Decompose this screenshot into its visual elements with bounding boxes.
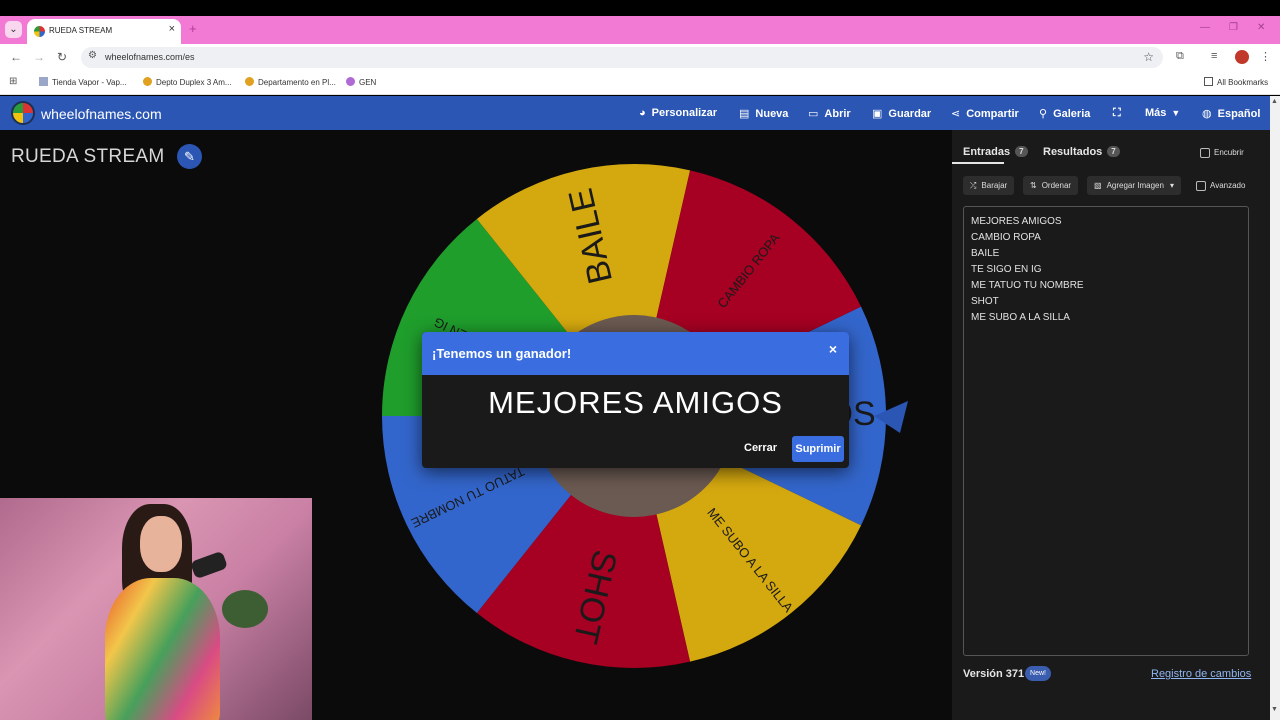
shuffle-button[interactable]: ⤮ Barajar [963,176,1015,195]
add-image-label: Agregar Imagen [1106,181,1164,190]
winner-text: MEJORES AMIGOS [488,385,783,420]
advanced-label: Avanzado [1210,181,1246,190]
chevron-down-icon: ▾ [1169,181,1174,190]
changelog-link[interactable]: Registro de cambios [1151,668,1251,680]
sort-label: Ordenar [1041,181,1072,190]
tab-resultados[interactable]: Resultados 7 [1043,146,1120,158]
remove-button[interactable]: Suprimir [792,436,844,462]
count-badge: 7 [1107,146,1120,157]
tab-entradas[interactable]: Entradas 7 [963,146,1028,158]
hide-label: Encubrir [1214,148,1244,157]
entry-line[interactable]: ME TATUO TU NOMBRE [971,280,1084,291]
shuffle-label: Barajar [981,181,1008,190]
hide-checkbox[interactable] [1200,148,1210,158]
image-icon: ▧ [1094,181,1102,190]
tab-label: Entradas [963,146,1011,158]
winner-dialog: ¡Tenemos un ganador! × MEJORES AMIGOS Ce… [422,332,849,468]
entry-line[interactable]: CAMBIO ROPA [971,232,1041,243]
dialog-title: ¡Tenemos un ganador! [432,346,572,361]
count-badge: 7 [1015,146,1028,157]
entries-panel: Entradas 7 Resultados 7 Encubrir ⤮ Barajar … [952,130,1270,720]
sort-icon: ⇅ [1030,181,1037,190]
entry-line[interactable]: BAILE [971,248,999,259]
version-text: Versión 371 [963,668,1025,680]
microphone [189,550,229,580]
entry-line[interactable]: TE SIGO EN IG [971,264,1042,275]
entry-line[interactable]: SHOT [971,296,999,307]
streamer-body [105,578,220,720]
tab-label: Resultados [1043,146,1103,158]
shuffle-icon: ⤮ [970,181,977,190]
entry-line[interactable]: MEJORES AMIGOS [971,216,1062,227]
streamer-face [140,516,182,572]
dialog-close-icon[interactable]: × [829,341,837,357]
plant [222,590,268,628]
active-tab-indicator [952,162,1004,164]
sort-button[interactable]: ⇅ Ordenar [1023,176,1079,195]
entries-textarea[interactable]: MEJORES AMIGOS CAMBIO ROPA BAILE TE SIGO… [963,206,1249,656]
new-badge: New! [1025,666,1051,681]
add-image-button[interactable]: ▧ Agregar Imagen ▾ [1087,176,1181,195]
entry-line[interactable]: ME SUBO A LA SILLA [971,312,1070,323]
advanced-checkbox[interactable] [1196,181,1206,191]
webcam-overlay [0,498,312,720]
close-button[interactable]: Cerrar [744,442,777,454]
dialog-header: ¡Tenemos un ganador! × [422,332,849,375]
